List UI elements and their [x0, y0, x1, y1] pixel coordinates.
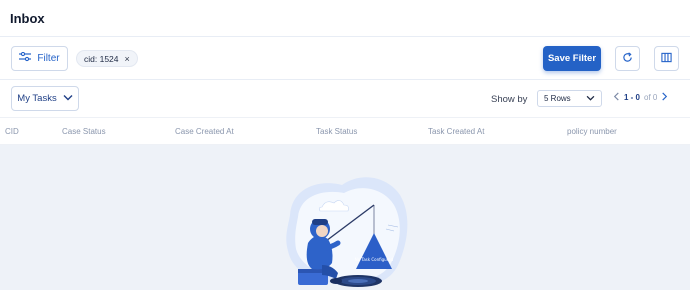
pager-total: of 0: [644, 93, 658, 102]
chevron-down-icon: [63, 93, 73, 104]
chevron-down-icon: [586, 94, 595, 103]
pagination: 1 - 0 of 0: [613, 92, 668, 103]
filter-chip-label: cid: 1524: [84, 53, 119, 64]
show-by-label: Show by: [491, 94, 528, 105]
column-header-policy-number[interactable]: policy number: [567, 127, 617, 136]
save-filter-button[interactable]: Save Filter: [543, 46, 601, 71]
refresh-button[interactable]: [615, 46, 640, 71]
page-header: Inbox: [0, 0, 690, 37]
chevron-left-icon[interactable]: [613, 92, 620, 103]
table-header: CID Case Status Case Created At Task Sta…: [0, 117, 690, 145]
columns-icon: [661, 50, 672, 68]
rows-per-page-value: 5 Rows: [544, 94, 571, 103]
chevron-right-icon[interactable]: [661, 92, 668, 103]
column-header-cid[interactable]: CID: [5, 127, 19, 136]
filter-toolbar: Filter cid: 1524 × Save Filter: [0, 38, 690, 80]
empty-state-illustration: No Task Configured: [270, 165, 420, 290]
page-title: Inbox: [10, 11, 45, 26]
close-icon[interactable]: ×: [125, 54, 130, 64]
refresh-icon: [622, 50, 633, 68]
view-dropdown[interactable]: My Tasks: [11, 86, 79, 111]
table-body: No Task Configured: [0, 145, 690, 290]
column-header-case-status[interactable]: Case Status: [62, 127, 106, 136]
column-header-task-status[interactable]: Task Status: [316, 127, 357, 136]
view-bar: My Tasks Show by 5 Rows 1 - 0 of 0: [0, 81, 690, 117]
columns-button[interactable]: [654, 46, 679, 71]
filter-button-label: Filter: [37, 53, 60, 64]
column-header-case-created-at[interactable]: Case Created At: [175, 127, 234, 136]
filter-button[interactable]: Filter: [11, 46, 68, 71]
rows-per-page-select[interactable]: 5 Rows: [537, 90, 602, 107]
sliders-icon: [19, 51, 32, 65]
pager-range: 1 - 0: [624, 93, 641, 102]
view-dropdown-label: My Tasks: [17, 93, 57, 104]
column-header-task-created-at[interactable]: Task Created At: [428, 127, 484, 136]
empty-state-sign-text: No Task Configured: [355, 257, 394, 262]
filter-chip: cid: 1524 ×: [76, 50, 138, 67]
